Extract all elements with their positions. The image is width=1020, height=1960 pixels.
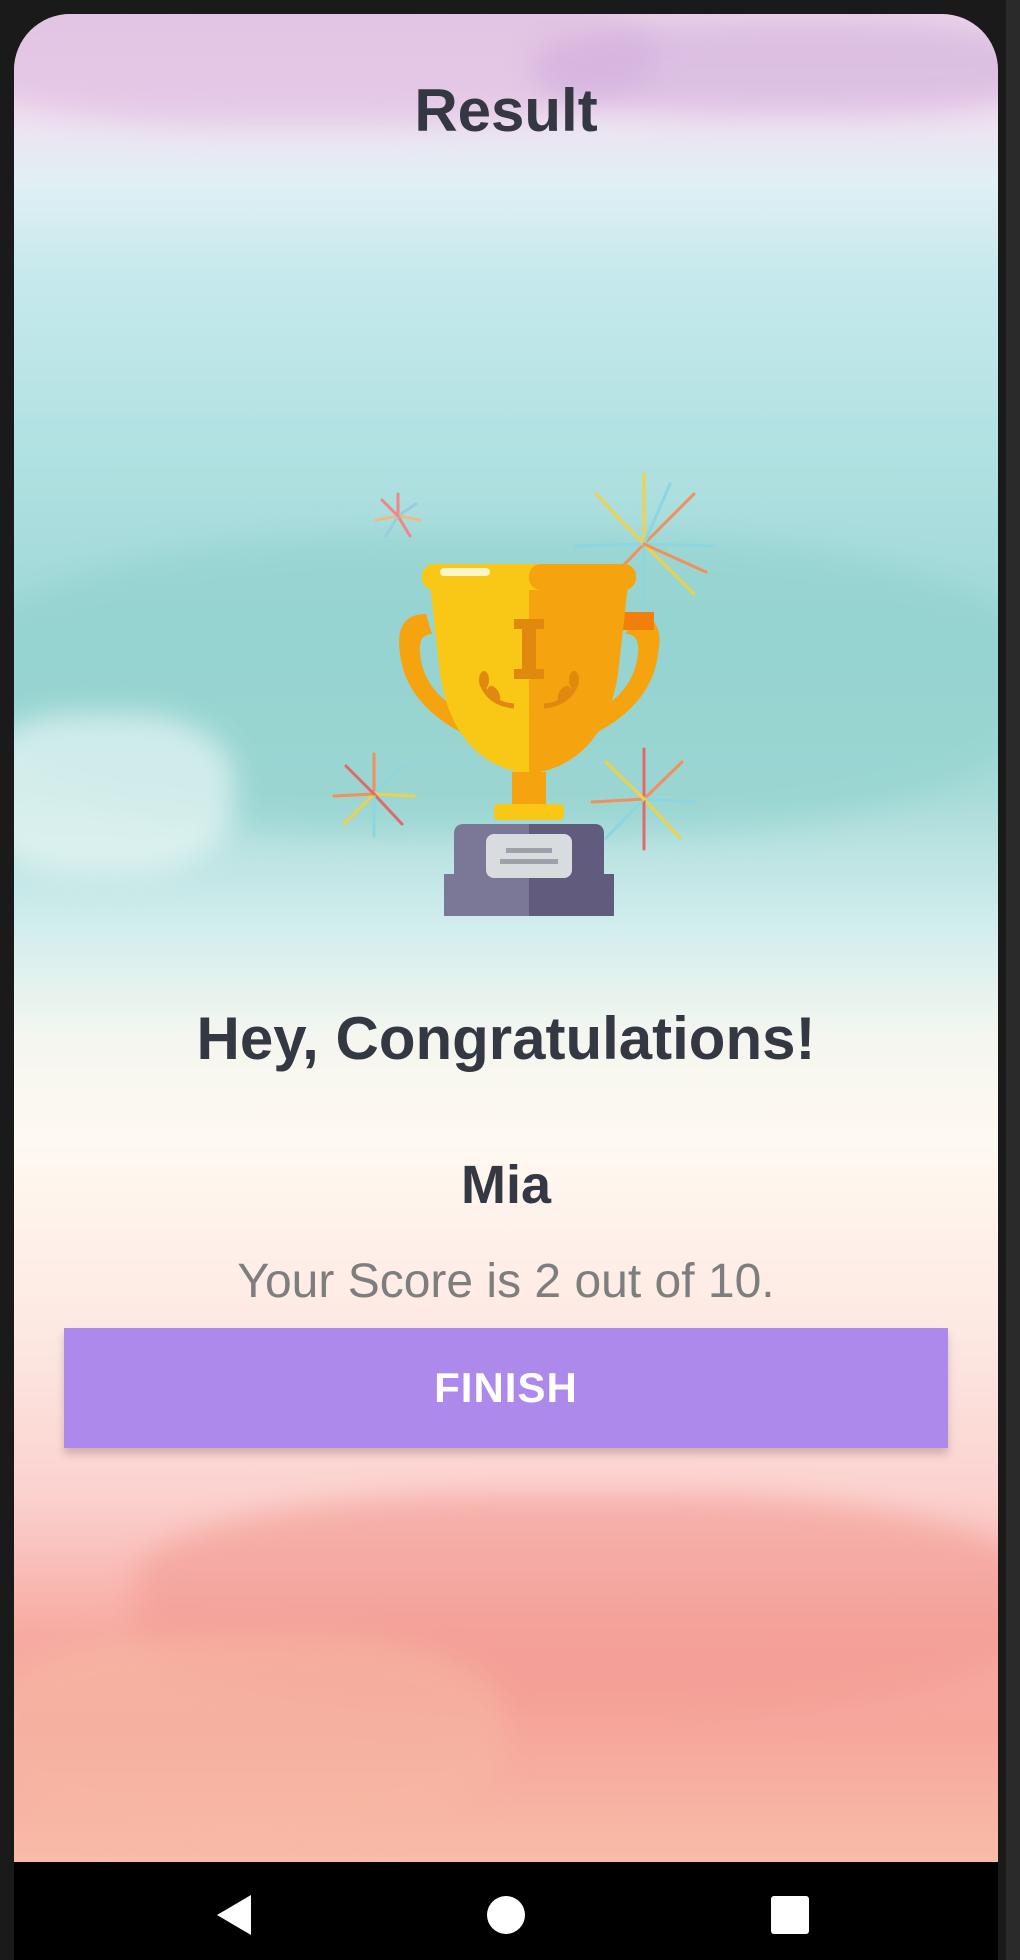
nav-back-button[interactable] bbox=[194, 1880, 274, 1950]
background-wash bbox=[14, 1634, 504, 1834]
device-frame: Result Hey, Congratulations! Mia Your Sc… bbox=[0, 0, 1020, 1960]
congratulations-heading: Hey, Congratulations! bbox=[196, 1005, 816, 1072]
trophy-illustration bbox=[314, 454, 744, 934]
page-title: Result bbox=[414, 77, 598, 144]
trophy-icon bbox=[332, 472, 716, 916]
firework-top-left-icon bbox=[374, 492, 422, 538]
system-nav-bar bbox=[14, 1862, 998, 1960]
home-circle-icon bbox=[487, 1896, 525, 1934]
score-text: Your Score is 2 out of 10. bbox=[237, 1255, 775, 1308]
firework-bottom-right-icon bbox=[590, 747, 698, 851]
nav-recent-apps-button[interactable] bbox=[750, 1880, 830, 1950]
finish-button[interactable]: FINISH bbox=[64, 1328, 948, 1448]
user-name: Mia bbox=[460, 1155, 552, 1215]
nav-home-button[interactable] bbox=[466, 1880, 546, 1950]
background-wash bbox=[14, 714, 234, 874]
back-triangle-icon bbox=[217, 1895, 251, 1935]
firework-bottom-left-icon bbox=[332, 752, 416, 838]
recent-apps-square-icon bbox=[771, 1896, 809, 1934]
app-screen: Result Hey, Congratulations! Mia Your Sc… bbox=[14, 14, 998, 1862]
device-edge bbox=[1006, 0, 1020, 1960]
